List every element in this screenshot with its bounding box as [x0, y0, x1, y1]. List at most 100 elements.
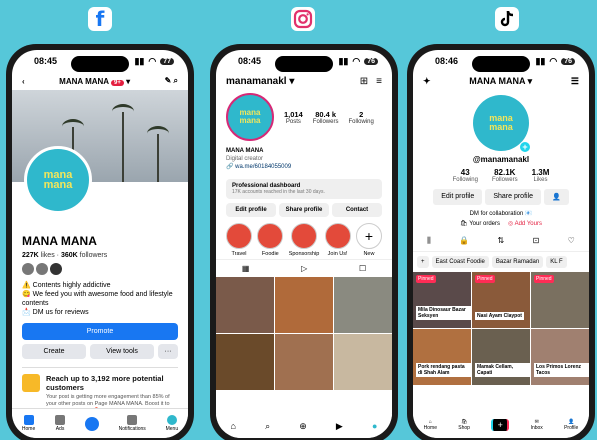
nav-home[interactable]: Home	[22, 415, 35, 432]
edit-icon[interactable]: ✎ ⌕	[165, 76, 178, 86]
promote-button[interactable]: Promote	[22, 323, 178, 340]
followers-count[interactable]: 80.4 k Followers	[313, 110, 339, 125]
post-thumbnail[interactable]	[275, 277, 333, 333]
highlight-join-us[interactable]: Join Us!	[324, 223, 351, 257]
videos-tab-icon[interactable]: ⫼	[427, 236, 431, 246]
grid-tab-icon[interactable]: ▦	[242, 264, 250, 273]
post-thumbnail[interactable]	[216, 334, 274, 390]
saved-tab-icon[interactable]: ⊡	[533, 236, 540, 246]
clock: 08:46	[435, 56, 459, 66]
post-thumbnail[interactable]	[275, 334, 333, 390]
liked-tab-icon[interactable]: ♡	[568, 236, 575, 246]
video-thumbnail[interactable]: Pinned Mila Dinosaur Bazar Seksyen	[413, 272, 471, 328]
plus-icon: +	[355, 223, 382, 249]
followers-count[interactable]: 82.1K Followers	[492, 168, 518, 183]
notch	[472, 56, 530, 72]
follower-avatars	[22, 263, 178, 275]
page-bio: ⚠️ Contents highly addictive 😋 We feed y…	[22, 282, 173, 316]
reposts-tab-icon[interactable]: ⇅	[498, 236, 505, 246]
nav-create[interactable]: +	[491, 419, 510, 431]
create-button[interactable]: Create	[22, 344, 86, 359]
add-photo-icon[interactable]: +	[519, 141, 531, 153]
menu-icon[interactable]: ≡	[376, 76, 382, 87]
playlist-chip[interactable]: KL F	[546, 256, 567, 268]
playlist-chip[interactable]: Bazar Ramadan	[491, 256, 544, 268]
private-tab-icon[interactable]: 🔒	[459, 236, 469, 246]
profile-icon[interactable]: ●	[372, 421, 377, 431]
clock: 08:45	[34, 56, 58, 66]
boost-icon	[22, 374, 40, 392]
menu-icon[interactable]: ☰	[571, 76, 579, 87]
tagged-tab-icon[interactable]: ☐	[359, 264, 366, 273]
reels-tab-icon[interactable]: ▷	[301, 264, 307, 273]
nav-profile[interactable]: 👤 Profile	[564, 419, 578, 431]
profile-info: MANA MANA Digital creator 🔗 wa.me/601840…	[216, 143, 392, 175]
reels-icon[interactable]: ▶	[336, 421, 343, 432]
menu-icon	[166, 415, 177, 425]
highlight-sponsorship[interactable]: Sponsorship	[289, 223, 319, 257]
battery-level: 76	[364, 57, 378, 65]
video-thumbnail[interactable]: Los Primos Lorenz Tacos	[531, 329, 589, 385]
page-stats: 227K likes · 360K followers	[22, 252, 108, 259]
profile-link[interactable]: 🔗 wa.me/60184055009	[226, 163, 382, 171]
playlist-chips: + East Coast Foodie Bazar Ramadan KL F	[413, 252, 589, 272]
nav-notifications[interactable]: Notifications	[119, 415, 146, 432]
video-thumbnail[interactable]: Pork rendang pasta di Shah Alam	[413, 329, 471, 385]
account-switcher[interactable]: MANA MANA ▾	[469, 76, 532, 87]
add-post-icon[interactable]: ⊞	[360, 76, 368, 87]
highlight-foodie[interactable]: Foodie	[257, 223, 284, 257]
search-icon[interactable]: ⌕	[265, 421, 270, 432]
profile-avatar[interactable]: mana mana +	[473, 95, 531, 153]
bell-icon	[127, 415, 138, 425]
nav-ads[interactable]: Ads	[55, 415, 66, 432]
playlist-chip[interactable]: East Coast Foodie	[431, 256, 489, 268]
contact-button[interactable]: Contact	[332, 203, 382, 217]
post-thumbnail[interactable]	[216, 277, 274, 333]
profile-avatar[interactable]: mana mana	[24, 146, 92, 214]
megaphone-icon	[55, 415, 66, 425]
following-count[interactable]: 2 Following	[348, 110, 373, 125]
highlight-new[interactable]: + New	[355, 223, 382, 257]
video-thumbnail[interactable]: Pinned	[531, 272, 589, 328]
likes-count: 1.3M Likes	[531, 168, 550, 183]
view-tools-button[interactable]: View tools	[90, 344, 154, 359]
add-yours-link[interactable]: ◎ Add Yours	[508, 220, 542, 227]
nav-home[interactable]: ⌂ Home	[424, 419, 437, 431]
video-thumbnail[interactable]: Mamak Cellam, Capati	[472, 329, 530, 385]
highlight-travel[interactable]: Travel	[226, 223, 252, 257]
notch	[71, 56, 129, 72]
share-profile-button[interactable]: Share profile	[279, 203, 329, 217]
tiktok-phone: 08:46 ▮▮ ◠ 76 ✦ MANA MANA ▾ ☰ mana mana + @…	[407, 44, 595, 440]
profile-tabs: ▦ ▷ ☐	[216, 259, 392, 277]
add-friends-button[interactable]: 👤	[544, 189, 569, 205]
edit-profile-button[interactable]: Edit profile	[226, 203, 276, 217]
add-playlist-chip[interactable]: +	[417, 256, 429, 268]
battery-level: 76	[561, 57, 575, 65]
facebook-logo-icon: f	[88, 7, 112, 31]
page-title[interactable]: MANA MANA 9+ ▾	[59, 77, 130, 86]
home-icon[interactable]: ⌂	[231, 421, 236, 431]
post-grid	[216, 277, 392, 390]
share-profile-button[interactable]: Share profile	[485, 189, 542, 205]
facebook-phone: 08:45 ▮▮ ◠ 77 ‹ MANA MANA 9+ ▾ ✎ ⌕ mana ma…	[6, 44, 194, 440]
posts-count[interactable]: 1,014 Posts	[284, 110, 303, 125]
post-thumbnail[interactable]	[334, 334, 392, 390]
nav-inbox[interactable]: ✉ Inbox	[531, 419, 543, 431]
username[interactable]: manamanakl ▾	[226, 76, 294, 87]
profile-avatar[interactable]: mana mana	[226, 93, 274, 141]
creator-tools-icon[interactable]: ✦	[423, 76, 431, 87]
back-icon[interactable]: ‹	[22, 77, 25, 86]
edit-profile-button[interactable]: Edit profile	[433, 189, 483, 205]
nav-menu[interactable]: Menu	[166, 415, 178, 432]
signal-icon: ▮▮	[134, 55, 145, 66]
following-count[interactable]: 43 Following	[453, 168, 478, 183]
more-button[interactable]: ···	[158, 344, 178, 359]
your-orders-link[interactable]: 🛍 Your orders	[460, 220, 500, 227]
nav-shop[interactable]: 🛍 Shop	[458, 419, 470, 431]
nav-create[interactable]	[84, 416, 99, 431]
professional-dashboard[interactable]: Professional dashboard 17K accounts reac…	[226, 179, 382, 199]
create-icon[interactable]: ⊕	[299, 421, 307, 432]
wifi-icon: ◠	[148, 55, 157, 66]
post-thumbnail[interactable]	[334, 277, 392, 333]
video-thumbnail[interactable]: Pinned Nasi Ayam Claypot	[472, 272, 530, 328]
